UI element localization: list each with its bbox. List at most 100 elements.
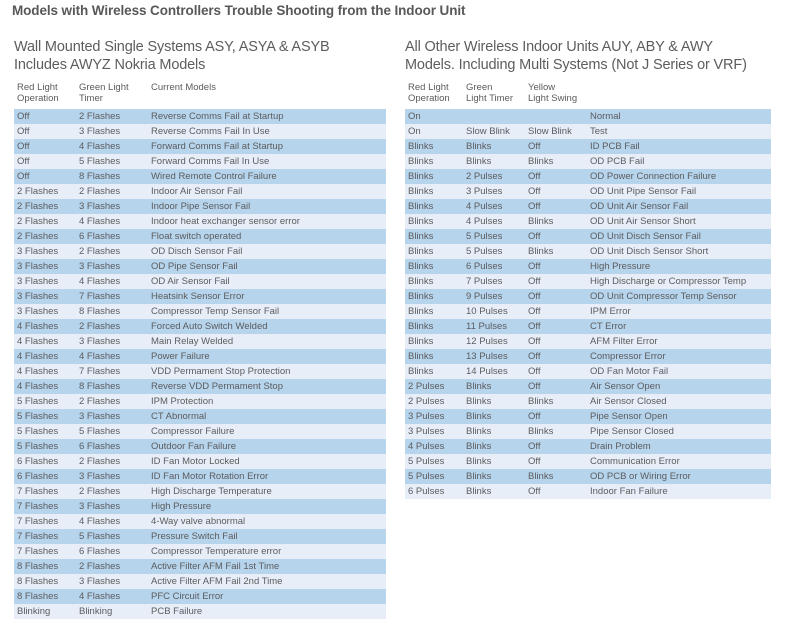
table-cell: 5 Pulses (463, 228, 525, 244)
table-cell (525, 108, 587, 124)
table-cell: Compressor Error (587, 348, 771, 364)
table-row: 3 Pulses Blinks Off Pipe Sensor Open (405, 408, 771, 424)
table-cell: Blinking (76, 603, 148, 619)
table-cell: Blinks (525, 423, 587, 439)
table-cell: 4 Flashes (76, 138, 148, 154)
left-header-row: Red Light Operation Green Light Timer Cu… (14, 82, 386, 109)
table-cell: Communication Error (587, 453, 771, 469)
right-table-head: Red Light Operation Green Light Timer Ye… (405, 82, 771, 109)
table-cell: 2 Flashes (76, 453, 148, 469)
table-row: 7 Flashes 2 Flashes High Discharge Tempera… (14, 483, 386, 499)
table-cell: 7 Flashes (14, 528, 76, 544)
table-cell: OD Unit Air Sensor Fail (587, 198, 771, 214)
table-cell: Off (525, 348, 587, 364)
table-cell: Indoor Pipe Sensor Fail (148, 198, 386, 214)
table-row: 4 Flashes 3 Flashes Main Relay Welded (14, 333, 386, 349)
table-row: 6 Pulses Blinks Off Indoor Fan Failure (405, 483, 771, 499)
table-cell: Forward Comms Fail In Use (148, 153, 386, 169)
table-row: 5 Pulses Blinks Off Communication Error (405, 453, 771, 469)
table-row: 6 Flashes 2 Flashes ID Fan Motor Locked (14, 453, 386, 469)
table-cell: AFM Filter Error (587, 333, 771, 349)
table-row: 7 Flashes 5 Flashes Pressure Switch Fail (14, 528, 386, 544)
table-cell: Blinks (405, 228, 463, 244)
table-cell: Off (14, 108, 76, 124)
table-cell: Blinks (405, 363, 463, 379)
left-section-subtitle: Wall Mounted Single Systems ASY, ASYA & … (14, 38, 394, 74)
left-col-header-current-models: Current Models (148, 82, 386, 109)
table-cell: 2 Flashes (76, 318, 148, 334)
table-cell: Off (525, 288, 587, 304)
table-cell: 6 Flashes (14, 453, 76, 469)
table-cell: 5 Flashes (76, 153, 148, 169)
table-cell: Air Sensor Open (587, 378, 771, 394)
table-cell: Off (525, 438, 587, 454)
table-cell: 3 Flashes (76, 468, 148, 484)
table-cell: Blinks (405, 213, 463, 229)
table-cell: Blinks (405, 258, 463, 274)
table-cell: PCB Failure (148, 603, 386, 619)
table-cell: Forced Auto Switch Welded (148, 318, 386, 334)
table-cell: Wired Remote Control Failure (148, 168, 386, 184)
table-cell: 7 Flashes (76, 363, 148, 379)
table-row: Blinks 14 Pulses Off OD Fan Motor Fail (405, 363, 771, 379)
table-row: Blinks 4 Pulses Off OD Unit Air Sensor Fail (405, 198, 771, 214)
table-cell: 12 Pulses (463, 333, 525, 349)
table-cell: Blinking (14, 603, 76, 619)
table-cell: OD Fan Motor Fail (587, 363, 771, 379)
table-cell: Slow Blink (525, 123, 587, 139)
table-row: Blinks 4 Pulses Blinks OD Unit Air Sensor S… (405, 213, 771, 229)
table-cell: On (405, 123, 463, 139)
table-cell: ID Fan Motor Locked (148, 453, 386, 469)
table-cell: Blinks (525, 213, 587, 229)
table-row: Blinks Blinks Off ID PCB Fail (405, 138, 771, 154)
table-cell: Off (525, 378, 587, 394)
table-cell: Blinks (463, 468, 525, 484)
table-cell: 7 Pulses (463, 273, 525, 289)
table-cell: Blinks (405, 138, 463, 154)
table-cell: ID Fan Motor Rotation Error (148, 468, 386, 484)
table-cell: Blinks (463, 438, 525, 454)
table-cell: Off (525, 303, 587, 319)
table-row: 4 Flashes 8 Flashes Reverse VDD Permament … (14, 378, 386, 394)
table-cell: Indoor heat exchanger sensor error (148, 213, 386, 229)
table-cell: IPM Protection (148, 393, 386, 409)
table-row: On Normal (405, 108, 771, 124)
table-cell: 3 Flashes (14, 288, 76, 304)
table-cell: Blinks (463, 483, 525, 499)
table-cell: 6 Flashes (76, 438, 148, 454)
table-cell: 13 Pulses (463, 348, 525, 364)
table-cell: 5 Flashes (14, 408, 76, 424)
table-row: Off 8 Flashes Wired Remote Control Failure (14, 168, 386, 184)
table-cell: OD Unit Disch Sensor Fail (587, 228, 771, 244)
table-cell: Compressor Temperature error (148, 543, 386, 559)
table-cell: Off (525, 408, 587, 424)
table-cell: 7 Flashes (14, 543, 76, 559)
right-col-header-description (587, 83, 771, 109)
table-cell: 14 Pulses (463, 363, 525, 379)
table-cell: 9 Pulses (463, 288, 525, 304)
table-cell: Blinks (463, 423, 525, 439)
table-cell: High Discharge Temperature (148, 483, 386, 499)
table-cell: Blinks (463, 408, 525, 424)
table-row: Blinks 5 Pulses Blinks OD Unit Disch Sensor… (405, 243, 771, 259)
table-cell: Indoor Air Sensor Fail (148, 183, 386, 199)
table-row: 3 Flashes 2 Flashes OD Disch Sensor Fail (14, 243, 386, 259)
right-col-header-yellow-light-swing: Yellow Light Swing (525, 82, 587, 109)
table-row: 2 Flashes 6 Flashes Float switch operated (14, 228, 386, 244)
left-col-header-red-light-operation: Red Light Operation (14, 82, 76, 109)
table-cell: Blinks (405, 348, 463, 364)
table-cell: Blinks (405, 243, 463, 259)
table-row: 2 Pulses Blinks Off Air Sensor Open (405, 378, 771, 394)
table-cell: Blinks (463, 453, 525, 469)
table-row: Blinks Blinks Blinks OD PCB Fail (405, 153, 771, 169)
table-cell: 4 Pulses (463, 213, 525, 229)
table-row: Blinks 6 Pulses Off High Pressure (405, 258, 771, 274)
table-row: Off 3 Flashes Reverse Comms Fail In Use (14, 123, 386, 139)
table-cell: Blinks (405, 183, 463, 199)
table-cell: Off (525, 228, 587, 244)
table-cell: Blinks (463, 153, 525, 169)
table-cell: 3 Flashes (76, 408, 148, 424)
table-cell: 6 Flashes (76, 228, 148, 244)
table-row: 4 Flashes 7 Flashes VDD Permament Stop Pro… (14, 363, 386, 379)
table-row: Off 4 Flashes Forward Comms Fail at Startu… (14, 138, 386, 154)
